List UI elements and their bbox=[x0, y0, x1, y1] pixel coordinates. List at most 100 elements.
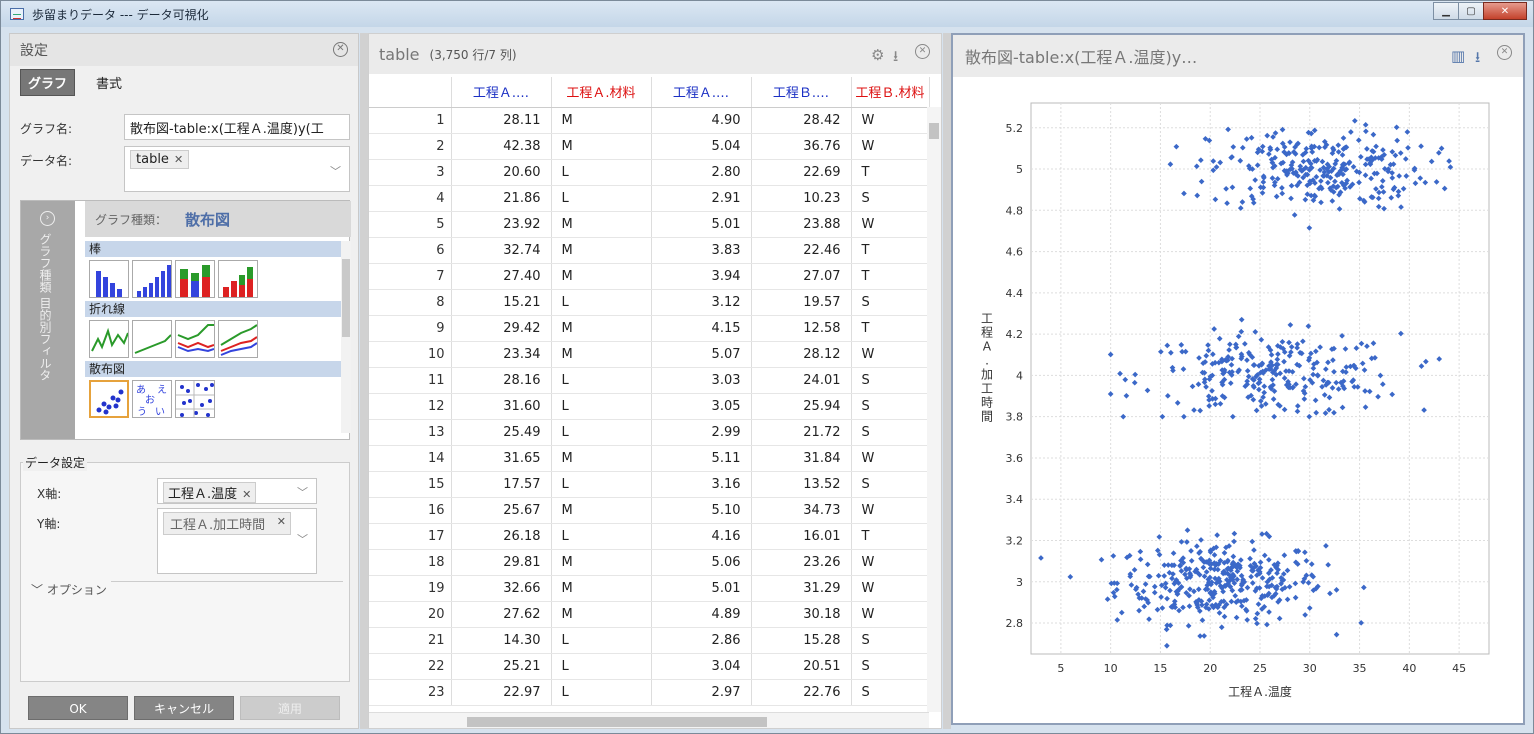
column-header[interactable]: 工程Ａ.… bbox=[451, 77, 552, 108]
column-header[interactable]: 工程Ｂ.材料 bbox=[851, 77, 930, 108]
row-number-cell: 11 bbox=[369, 367, 452, 394]
chevron-down-icon[interactable]: ﹀ bbox=[297, 484, 308, 500]
splitter-right[interactable] bbox=[943, 33, 951, 729]
table-row[interactable]: 8 15.21 L 3.12 19.57 S bbox=[369, 289, 930, 316]
data-name-select[interactable]: table ✕ ﹀ bbox=[124, 146, 350, 192]
settings-title: 設定 bbox=[20, 43, 48, 59]
table-row[interactable]: 17 26.18 L 4.16 16.01 T bbox=[369, 523, 930, 550]
expand-circle-icon[interactable]: › bbox=[40, 211, 55, 226]
table-row[interactable]: 5 23.92 M 5.01 23.88 W bbox=[369, 211, 930, 238]
table-cell: 2.97 bbox=[651, 679, 752, 706]
table-row[interactable]: 21 14.30 L 2.86 15.28 S bbox=[369, 627, 930, 654]
table-cell: 30.18 bbox=[751, 601, 852, 628]
chevron-down-icon[interactable]: ﹀ bbox=[330, 163, 341, 179]
column-header[interactable]: 工程Ａ.材料 bbox=[551, 77, 652, 108]
table-row[interactable]: 22 25.21 L 3.04 20.51 S bbox=[369, 653, 930, 680]
y-axis-select[interactable]: 工程Ａ.加工時間 ✕ ﹀ bbox=[157, 508, 317, 574]
table-cell: 19.57 bbox=[751, 289, 852, 316]
close-table-icon[interactable]: ✕ bbox=[915, 44, 930, 59]
table-row[interactable]: 12 31.60 L 3.05 25.94 S bbox=[369, 393, 930, 420]
table-cell: M bbox=[551, 107, 652, 134]
table-cell: M bbox=[551, 211, 652, 238]
y-axis-title-char: 工 bbox=[981, 382, 993, 396]
table-row[interactable]: 3 20.60 L 2.80 22.69 T bbox=[369, 159, 930, 186]
tab-graph[interactable]: グラフ bbox=[20, 68, 76, 96]
remove-chip-icon[interactable]: ✕ bbox=[174, 153, 183, 166]
tab-format[interactable]: 書式 bbox=[89, 70, 129, 95]
stacked-bar-thumb[interactable] bbox=[175, 260, 215, 298]
download-icon[interactable]: ⭳ bbox=[1475, 47, 1480, 72]
table-row[interactable]: 10 23.34 M 5.07 28.12 W bbox=[369, 341, 930, 368]
close-settings-icon[interactable]: ✕ bbox=[333, 42, 348, 57]
table-cell: 23.34 bbox=[451, 341, 552, 368]
maximize-button[interactable]: ▢ bbox=[1458, 2, 1484, 20]
table-cell: 2.80 bbox=[651, 159, 752, 186]
splitter-left[interactable] bbox=[360, 33, 368, 729]
row-number-cell: 13 bbox=[369, 419, 452, 446]
table-cell: T bbox=[851, 237, 930, 264]
remove-chip-icon[interactable]: ✕ bbox=[277, 515, 286, 528]
row-number-header bbox=[369, 77, 452, 108]
column-header[interactable]: 工程Ｂ.… bbox=[751, 77, 852, 108]
column-header[interactable]: 工程Ａ.… bbox=[651, 77, 752, 108]
y-axis-chip-label: 工程Ａ.加工時間 bbox=[170, 518, 266, 533]
line-chart-2-thumb[interactable] bbox=[132, 320, 172, 358]
table-cell: 3.05 bbox=[651, 393, 752, 420]
table-cell: 2.99 bbox=[651, 419, 752, 446]
bar-chart-thumb[interactable] bbox=[89, 260, 129, 298]
table-horizontal-scrollbar[interactable] bbox=[369, 712, 929, 728]
table-row[interactable]: 13 25.49 L 2.99 21.72 S bbox=[369, 419, 930, 446]
x-tick-label: 5 bbox=[1057, 662, 1064, 675]
remove-chip-icon[interactable]: ✕ bbox=[242, 488, 251, 501]
y-axis-title-char: 間 bbox=[981, 410, 993, 424]
data-name-chip-label: table bbox=[136, 152, 169, 167]
table-cell: 27.40 bbox=[451, 263, 552, 290]
close-button[interactable]: ✕ bbox=[1483, 2, 1527, 20]
line-chart-multi-thumb[interactable] bbox=[175, 320, 215, 358]
graph-type-scrollbar[interactable] bbox=[341, 241, 351, 433]
close-chart-icon[interactable]: ✕ bbox=[1497, 45, 1512, 60]
x-tick-label: 30 bbox=[1303, 662, 1317, 675]
graph-type-filter-sidebar[interactable]: › グラフ種類 目的別フィルタ bbox=[21, 201, 75, 439]
label-scatter-thumb[interactable]: あえおうい bbox=[132, 380, 172, 418]
line-chart-thumb[interactable] bbox=[89, 320, 129, 358]
row-number-cell: 17 bbox=[369, 523, 452, 550]
table-row[interactable]: 20 27.62 M 4.89 30.18 W bbox=[369, 601, 930, 628]
table-row[interactable]: 6 32.74 M 3.83 22.46 T bbox=[369, 237, 930, 264]
table-row[interactable]: 7 27.40 M 3.94 27.07 T bbox=[369, 263, 930, 290]
table-vertical-scrollbar[interactable] bbox=[927, 107, 941, 712]
gear-icon[interactable]: ⚙ bbox=[871, 46, 884, 64]
table-cell: W bbox=[851, 575, 930, 602]
table-cell: 4.90 bbox=[651, 107, 752, 134]
chevron-down-icon[interactable]: ﹀ bbox=[297, 531, 308, 547]
table-row[interactable]: 14 31.65 M 5.11 31.84 W bbox=[369, 445, 930, 472]
table-cell: 12.58 bbox=[751, 315, 852, 342]
stacked-bar-2-thumb[interactable] bbox=[218, 260, 258, 298]
apply-button[interactable]: 適用 bbox=[240, 696, 340, 720]
minimize-button[interactable]: ▁ bbox=[1433, 2, 1459, 20]
table-row[interactable]: 9 29.42 M 4.15 12.58 T bbox=[369, 315, 930, 342]
ok-button[interactable]: OK bbox=[28, 696, 128, 720]
bar-chart-ascending-thumb[interactable] bbox=[132, 260, 172, 298]
table-row[interactable]: 23 22.97 L 2.97 22.76 S bbox=[369, 679, 930, 706]
chart-settings-icon[interactable]: ▥ bbox=[1451, 47, 1465, 65]
options-toggle[interactable]: ﹀ オプション bbox=[27, 581, 111, 598]
line-chart-stacked-thumb[interactable] bbox=[218, 320, 258, 358]
table-row[interactable]: 16 25.67 M 5.10 34.73 W bbox=[369, 497, 930, 524]
graph-name-input[interactable]: 散布図-table:x(工程Ａ.温度)y(工 bbox=[124, 114, 350, 140]
table-row[interactable]: 18 29.81 M 5.06 23.26 W bbox=[369, 549, 930, 576]
table-row[interactable]: 1 28.11 M 4.90 28.42 W bbox=[369, 107, 930, 134]
scatter-chart-thumb[interactable] bbox=[89, 380, 129, 418]
table-cell: 20.60 bbox=[451, 159, 552, 186]
table-row[interactable]: 15 17.57 L 3.16 13.52 S bbox=[369, 471, 930, 498]
table-cell: M bbox=[551, 315, 652, 342]
scatter-matrix-thumb[interactable] bbox=[175, 380, 215, 418]
table-row[interactable]: 4 21.86 L 2.91 10.23 S bbox=[369, 185, 930, 212]
table-row[interactable]: 19 32.66 M 5.01 31.29 W bbox=[369, 575, 930, 602]
x-axis-select[interactable]: 工程Ａ.温度 ✕ ﹀ bbox=[157, 478, 317, 504]
table-cell: 25.49 bbox=[451, 419, 552, 446]
cancel-button[interactable]: キャンセル bbox=[134, 696, 234, 720]
table-row[interactable]: 2 42.38 M 5.04 36.76 W bbox=[369, 133, 930, 160]
table-row[interactable]: 11 28.16 L 3.03 24.01 S bbox=[369, 367, 930, 394]
download-icon[interactable]: ⭳ bbox=[893, 46, 898, 71]
